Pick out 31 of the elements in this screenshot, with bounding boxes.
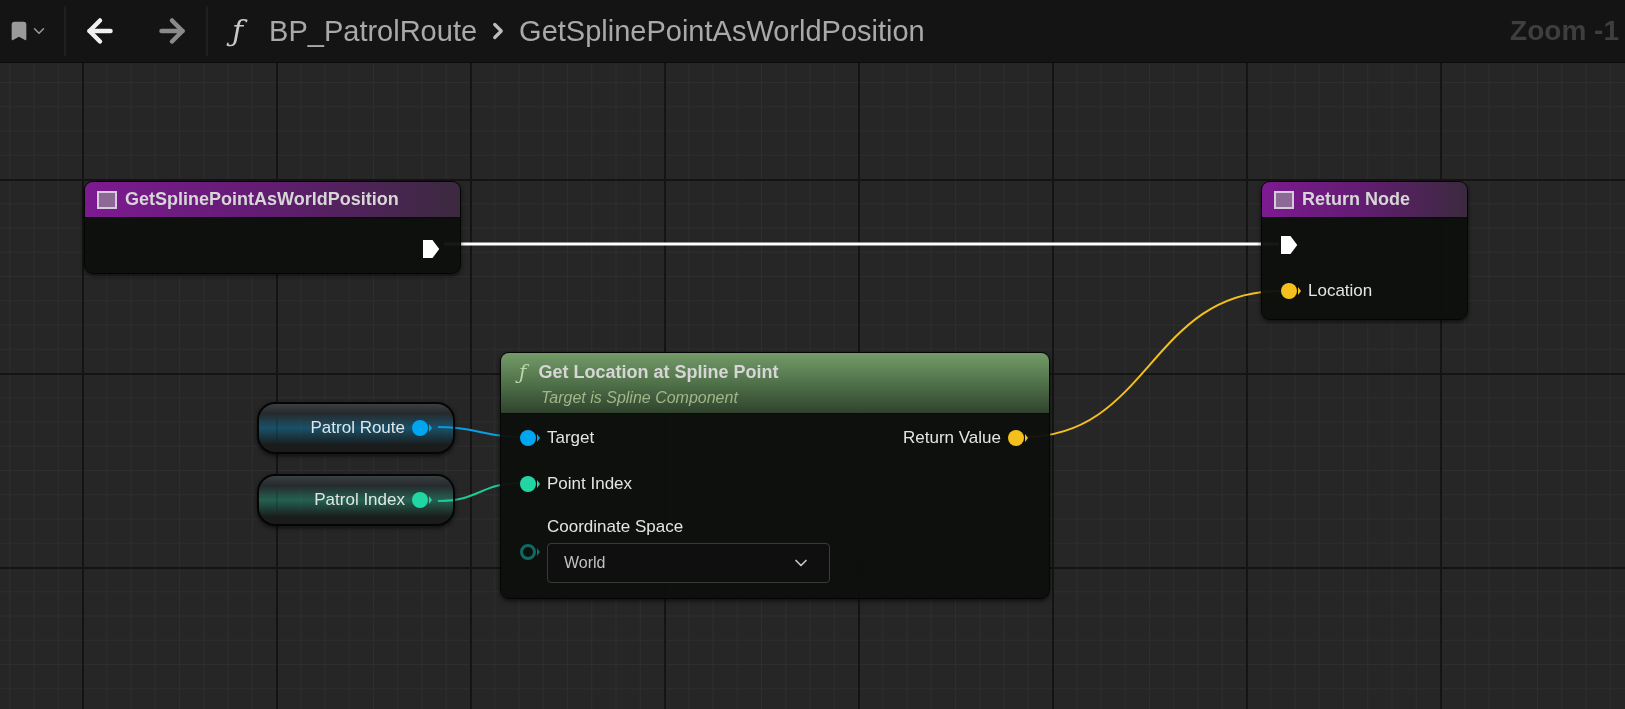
node-icon (97, 190, 117, 209)
node-title: GetSplinePointAsWorldPosition (125, 189, 399, 210)
variable-label: Patrol Route (310, 418, 405, 438)
exec-pin[interactable] (1280, 235, 1298, 255)
breadcrumb-item[interactable]: BP_PatrolRoute (269, 14, 478, 48)
function-icon: ƒ (226, 11, 250, 51)
node-title: Get Location at Spline Point (538, 361, 779, 383)
exec-pin[interactable] (422, 239, 440, 259)
graph-node[interactable]: ƒ Get Location at Spline Point Target is Spline Component Target Point Index Coordinate Space World Return Value (500, 352, 1050, 599)
variable-node[interactable]: Patrol Index (257, 474, 455, 526)
pin-label: Coordinate Space (547, 517, 685, 537)
variable-node[interactable]: Patrol Route (257, 402, 455, 454)
coordinate-space-dropdown[interactable]: World (547, 543, 830, 583)
data-pin[interactable] (1280, 282, 1302, 300)
data-pin[interactable] (1007, 429, 1029, 447)
node-subtitle: Target is Spline Component (541, 389, 740, 407)
breadcrumb-item[interactable]: GetSplinePointAsWorldPosition (519, 14, 925, 48)
data-pin[interactable] (411, 419, 433, 437)
data-pin[interactable] (519, 475, 541, 493)
pin-label: Return Value (903, 428, 1001, 448)
pin-label: Target (547, 428, 595, 448)
graph-node[interactable]: Return Node Location (1261, 181, 1468, 320)
data-pin[interactable] (519, 429, 541, 447)
node-title: Return Node (1302, 189, 1410, 210)
function-icon: ƒ (515, 359, 531, 385)
variable-label: Patrol Index (314, 490, 405, 510)
data-pin[interactable] (411, 491, 433, 509)
graph-node[interactable]: GetSplinePointAsWorldPosition (84, 181, 461, 274)
pin-label: Location (1308, 281, 1373, 301)
node-icon (1274, 190, 1294, 209)
pin-label: Point Index (547, 474, 633, 494)
